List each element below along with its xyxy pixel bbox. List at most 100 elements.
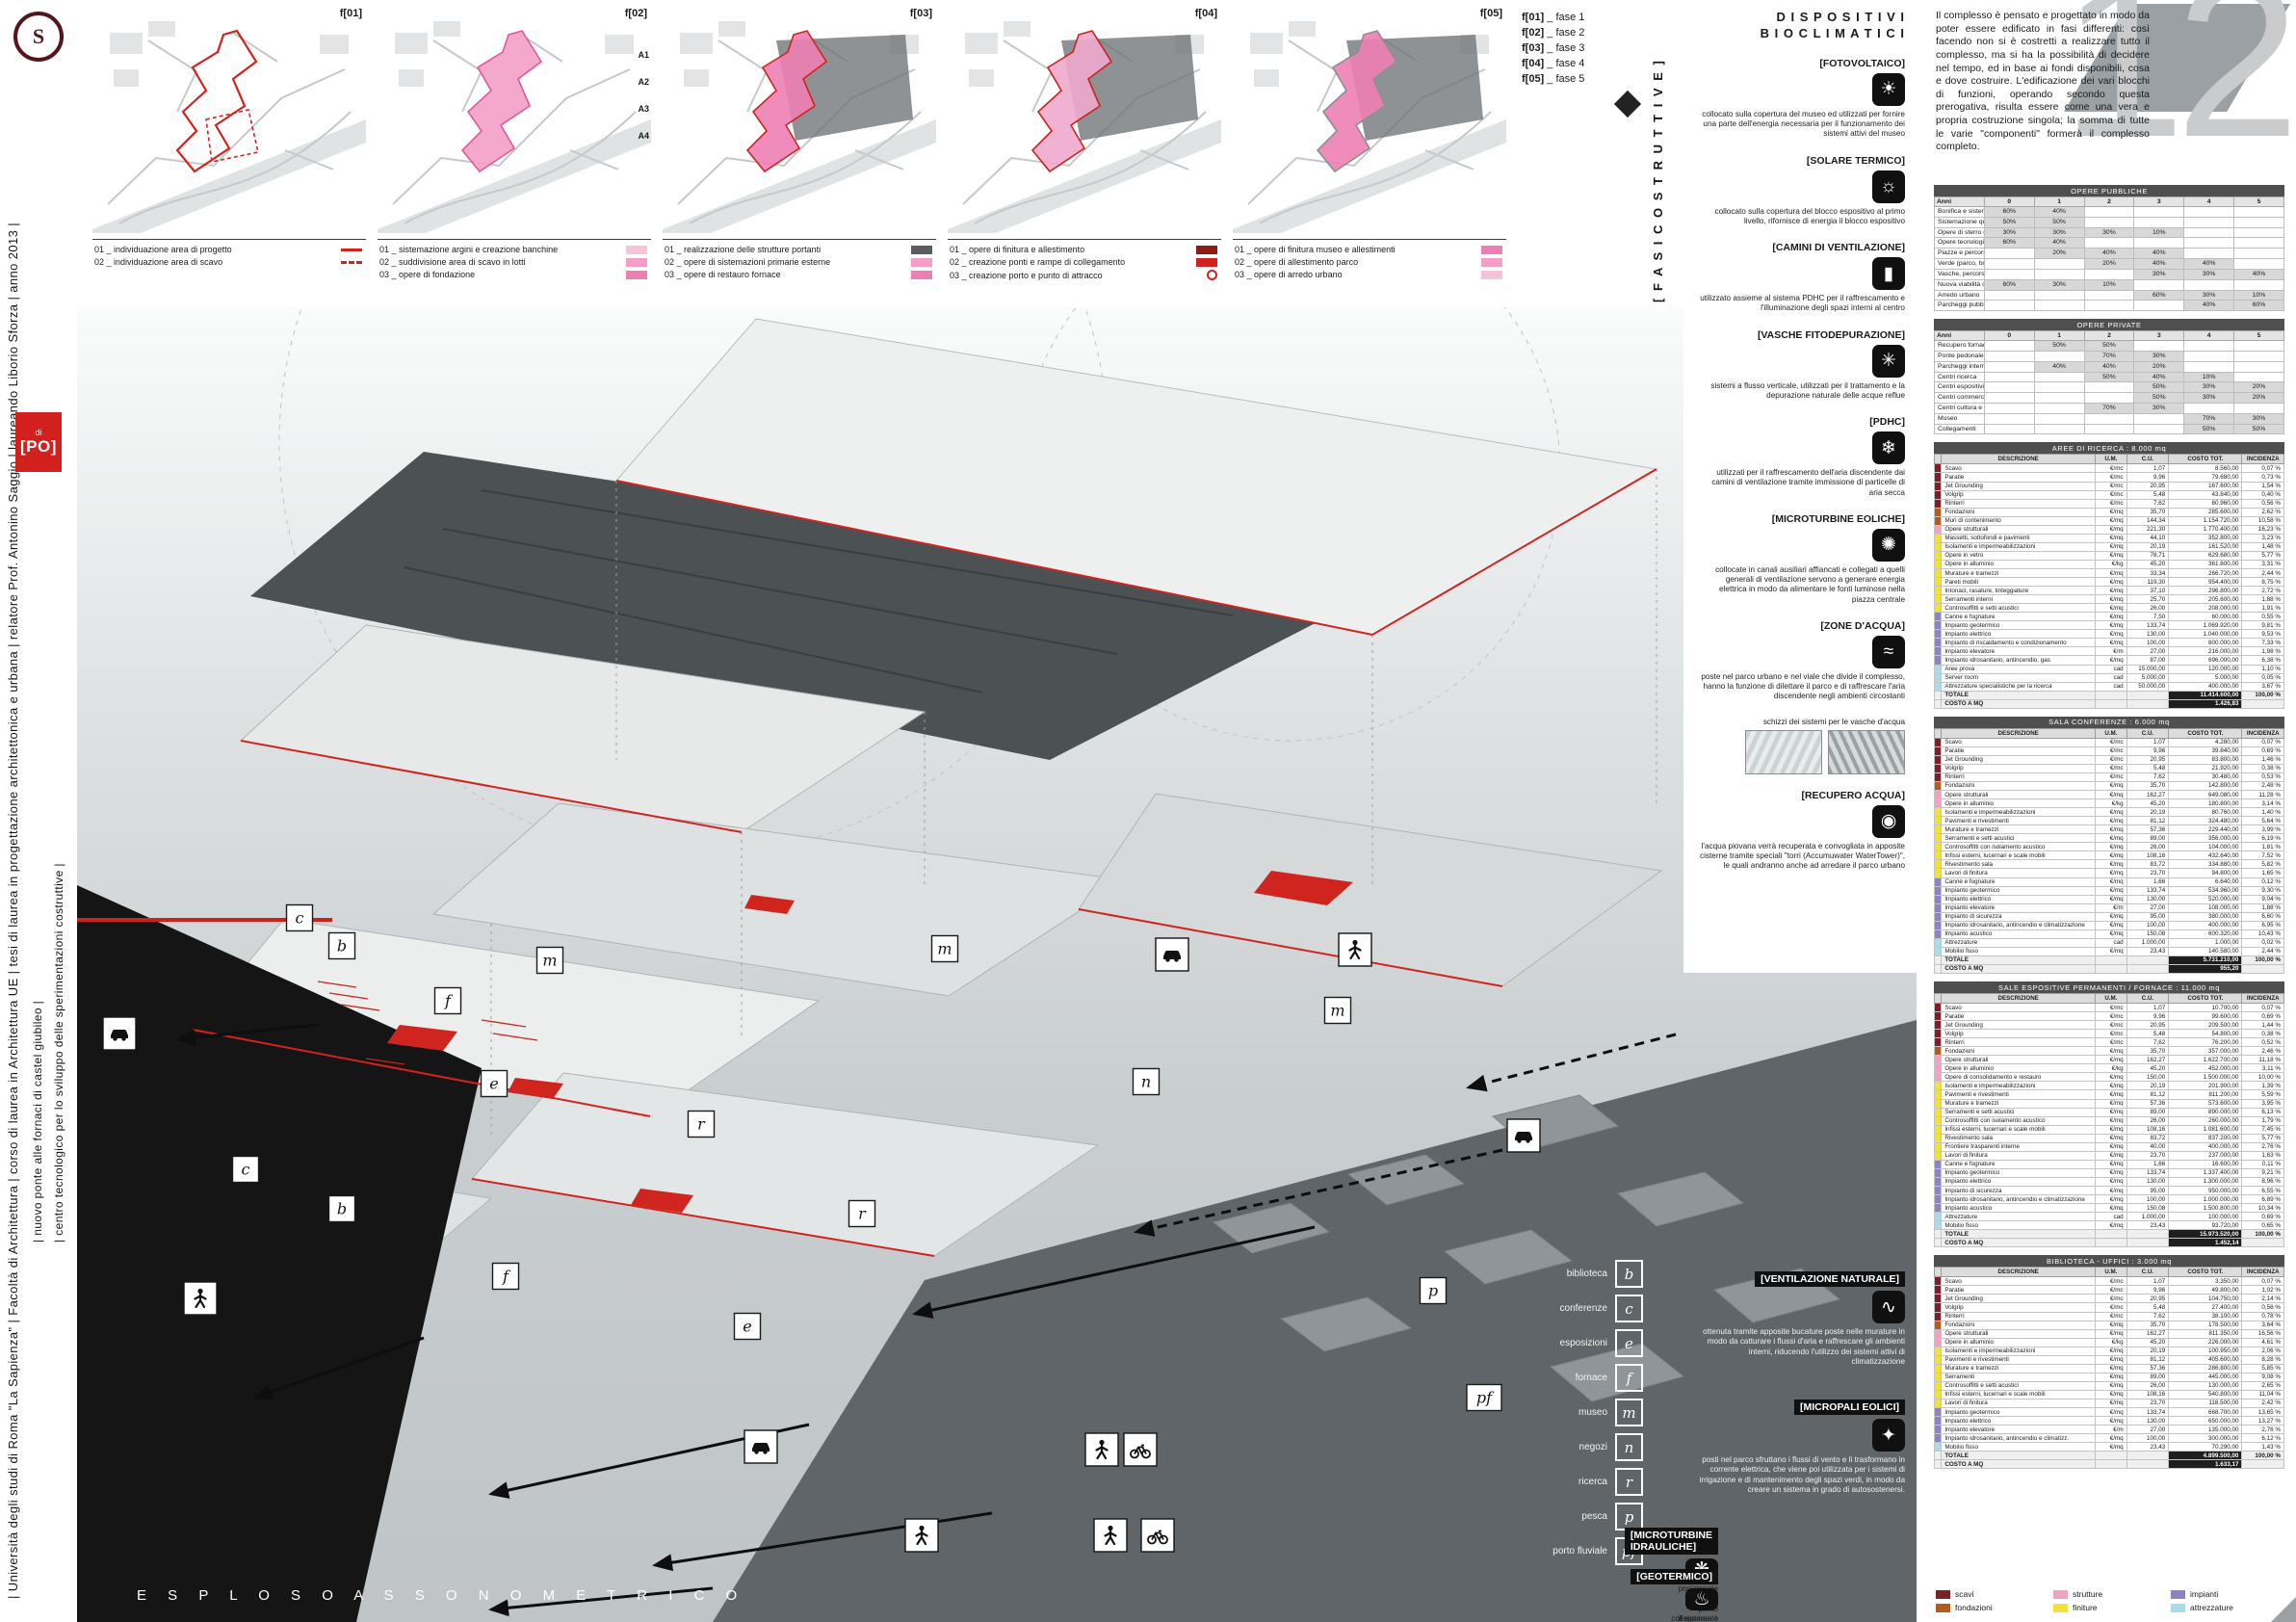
year-column-header: 4 [2184,331,2234,341]
cell-um: €/mc [2096,482,2127,490]
schedule-table: Anni012345Bonifica e sistemazione argini… [1934,196,2284,311]
table-row: Opere in alluminio€/kg45,20226.000,004,6… [1935,1338,2284,1347]
row-value: 40% [2084,249,2134,259]
table-row: Piazze e percorsi20%40%40% [1935,249,2284,259]
table-row: Paratie€/mc9,9679.680,000,73 % [1935,473,2284,482]
cell-cu: 78,71 [2126,551,2169,560]
cell-descrizione: Opere strutturali [1942,1329,2096,1338]
phase-maps-row: f[01]01 _ individuazione area di progett… [92,6,1506,283]
row-value: 30% [2084,227,2134,238]
row-value: 60% [1984,279,2034,290]
bioclimatic-section-title: [RECUPERO ACQUA] [1801,790,1905,801]
cell-incidenza: 1,40 % [2242,808,2284,817]
letter-marker-r: r [849,1201,875,1227]
bike-icon [1141,1519,1174,1552]
total-row: COSTO A MQ955,20 [1935,964,2284,973]
table-row: Opere strutturali€/mq221,301.770.400,001… [1935,525,2284,534]
row-value [2134,413,2184,424]
cell-cu: 35,70 [2126,1047,2169,1056]
row-label: Nuova viabilità carrabile [1935,279,1985,290]
table-row: Lavori di finitura€/mq23,70118.500,002,4… [1935,1399,2284,1407]
cell-cu: 83,72 [2126,1134,2169,1142]
cell-costo: 100.950,00 [2169,1347,2242,1355]
table-row: Server roomcad5.000,005.000,000,05 % [1935,673,2284,682]
cell-incidenza: 0,69 % [2242,1213,2284,1221]
cell-cu: 45,20 [2126,1064,2169,1073]
cell-cu: 23,43 [2126,1443,2169,1452]
cell-descrizione: Isolamenti e impermeabilizzazioni [1942,1347,2096,1355]
cell-descrizione: Rivestimento sala [1942,1134,2096,1142]
svg-text:b: b [337,1200,347,1218]
row-value: 70% [2084,404,2134,414]
row-value [1984,361,2034,372]
cell-incidenza: 0,56 % [2242,499,2284,508]
category-chip [1935,499,1942,508]
table-row: Opere strutturali€/mq162,271.622.700,001… [1935,1056,2284,1064]
category-chip [1935,1390,1942,1399]
pedestrian-icon [184,1282,217,1315]
table-row: Pavimenti e rivestimenti€/mq81,12324.480… [1935,817,2284,825]
row-value: 40% [2184,301,2234,311]
pedestrian-icon [1094,1519,1127,1552]
category-legend-item: attrezzature [2171,1603,2283,1612]
cell-costo: 540.800,00 [2169,1390,2242,1399]
anni-header: Anni [1935,331,1985,341]
cell-um: €/mq [2096,578,2127,587]
cell-descrizione: Volgrip [1942,764,2096,772]
cell-costo: 27.400,00 [2169,1303,2242,1312]
table-row: Fondazioni€/mq35,70357.000,002,46 % [1935,1047,2284,1056]
cell-um: €/mc [2096,755,2127,764]
cell-costo: 1.154.720,00 [2169,516,2242,525]
cell-costo: 800.000,00 [2169,639,2242,647]
cell-um [2096,699,2127,708]
cell-incidenza: 2,06 % [2242,1347,2284,1355]
cell-um: €/mq [2096,569,2127,578]
cell-incidenza: 8,75 % [2242,578,2284,587]
ventilation-chimney-icon: ▮ [1872,257,1905,290]
bioclimatic-section-title: [GEOTERMICO] [1631,1569,1718,1584]
category-column [1935,1268,1942,1277]
row-label: Parcheggi pubblici [1935,301,1985,311]
table-row: Murature e tramezzi€/mq57,36573.600,003,… [1935,1099,2284,1108]
cell-um: €/mq [2096,808,2127,817]
letter-marker-f: f [493,1264,519,1290]
cell-cu: 23,70 [2126,1399,2169,1407]
category-legend-item: fondazioni [1936,1603,2048,1612]
category-chip [1935,1030,1942,1038]
row-label: Verde (parco, bosco, giardini) [1935,259,1985,270]
cell-um [2096,1230,2127,1239]
cell-um: €/mc [2096,464,2127,473]
phase-map-code: f[04] [1195,8,1217,19]
row-value: 10% [2084,279,2134,290]
bioclimatic-title-line1: D I S P O S I T I V I [1697,10,1905,26]
cell-descrizione: Impianto geotermico [1942,1168,2096,1177]
wind-pile-icon: ✦ [1872,1419,1905,1452]
category-chip [1935,621,1942,630]
table-title: OPERE PRIVATE [1934,319,2284,330]
table-row: Recupero fornace50%50% [1935,341,2284,352]
bioclimatic-section-text: utilizzati per il raffrescamento dell'ar… [1697,468,1905,498]
cell-incidenza: 11,18 % [2242,1056,2284,1064]
table-row: Frontiere trasparenti interne€/mq40,0040… [1935,1142,2284,1151]
year-column-header: 1 [2034,197,2084,207]
cell-um: €/mq [2096,817,2127,825]
category-chip [1935,1160,1942,1168]
category-chip [1935,1004,1942,1012]
cell-cu: 89,00 [2126,834,2169,843]
cell-um: €/mc [2096,738,2127,746]
cell-um: cad [2096,682,2127,691]
cell-costo: 955,20 [2169,964,2242,973]
table-row: Fondazioni€/mq35,70285.600,002,62 % [1935,508,2284,516]
cell-costo: 1.040.000,00 [2169,630,2242,639]
photovoltaic-icon: ☀ [1872,73,1905,106]
phase-map-drawing [663,6,936,233]
category-color-chip [2053,1590,2068,1599]
cell-cu: 45,20 [2126,1338,2169,1347]
cell-costo: 130.000,00 [2169,1381,2242,1390]
table-row: Controsoffitti con isolamento acustico€/… [1935,1116,2284,1125]
cell-incidenza: 10,34 % [2242,1204,2284,1213]
cell-costo: 30.480,00 [2169,772,2242,781]
cost-table: AREE DI RICERCA : 8.000 mqDESCRIZIONEU.M… [1934,442,2284,708]
cell-cu: 26,00 [2126,843,2169,851]
year-column-header: 4 [2184,197,2234,207]
